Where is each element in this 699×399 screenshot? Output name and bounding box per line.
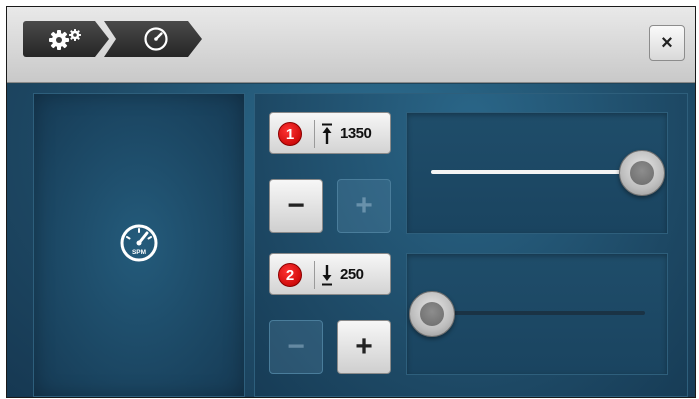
gears-icon: [47, 27, 85, 51]
upper-decrease-button[interactable]: −: [269, 179, 323, 233]
upper-slider-knob[interactable]: [619, 150, 665, 196]
lower-slider-track[interactable]: [431, 311, 645, 315]
breadcrumb-speed[interactable]: [104, 21, 202, 57]
minus-icon: −: [287, 330, 305, 363]
minus-icon: −: [287, 189, 305, 222]
lower-limit-button[interactable]: 2 250: [269, 253, 391, 295]
speed-settings-window: × SPM 1 1350 − + 2 250 − +: [6, 6, 696, 398]
limits-panel: 1 1350 − + 2 250 − +: [254, 93, 688, 397]
plus-icon: +: [355, 330, 373, 363]
min-limit-arrow-icon: [322, 265, 332, 286]
speed-overview-panel: SPM: [33, 93, 245, 397]
content-area: SPM 1 1350 − + 2 250 − +: [7, 84, 695, 397]
spm-speedometer-icon: SPM: [120, 224, 158, 262]
lower-limit-value: 250: [340, 266, 364, 283]
toolbar: ×: [7, 7, 695, 83]
upper-limit-button[interactable]: 1 1350: [269, 112, 391, 154]
upper-limit-slider[interactable]: [406, 112, 668, 234]
badge-2: 2: [278, 263, 302, 287]
lower-slider-knob[interactable]: [409, 291, 455, 337]
lower-increase-button[interactable]: +: [337, 320, 391, 374]
close-icon: ×: [661, 31, 673, 54]
lower-limit-slider[interactable]: [406, 253, 668, 375]
speedometer-icon: [143, 26, 169, 52]
upper-increase-button[interactable]: +: [337, 179, 391, 233]
lower-decrease-button[interactable]: −: [269, 320, 323, 374]
badge-1: 1: [278, 122, 302, 146]
close-button[interactable]: ×: [649, 25, 685, 61]
breadcrumb-settings[interactable]: [23, 21, 109, 57]
plus-icon: +: [355, 189, 373, 222]
upper-limit-value: 1350: [340, 125, 372, 142]
max-limit-arrow-icon: [322, 123, 332, 144]
spm-label: SPM: [132, 249, 146, 256]
upper-slider-track[interactable]: [431, 170, 645, 174]
